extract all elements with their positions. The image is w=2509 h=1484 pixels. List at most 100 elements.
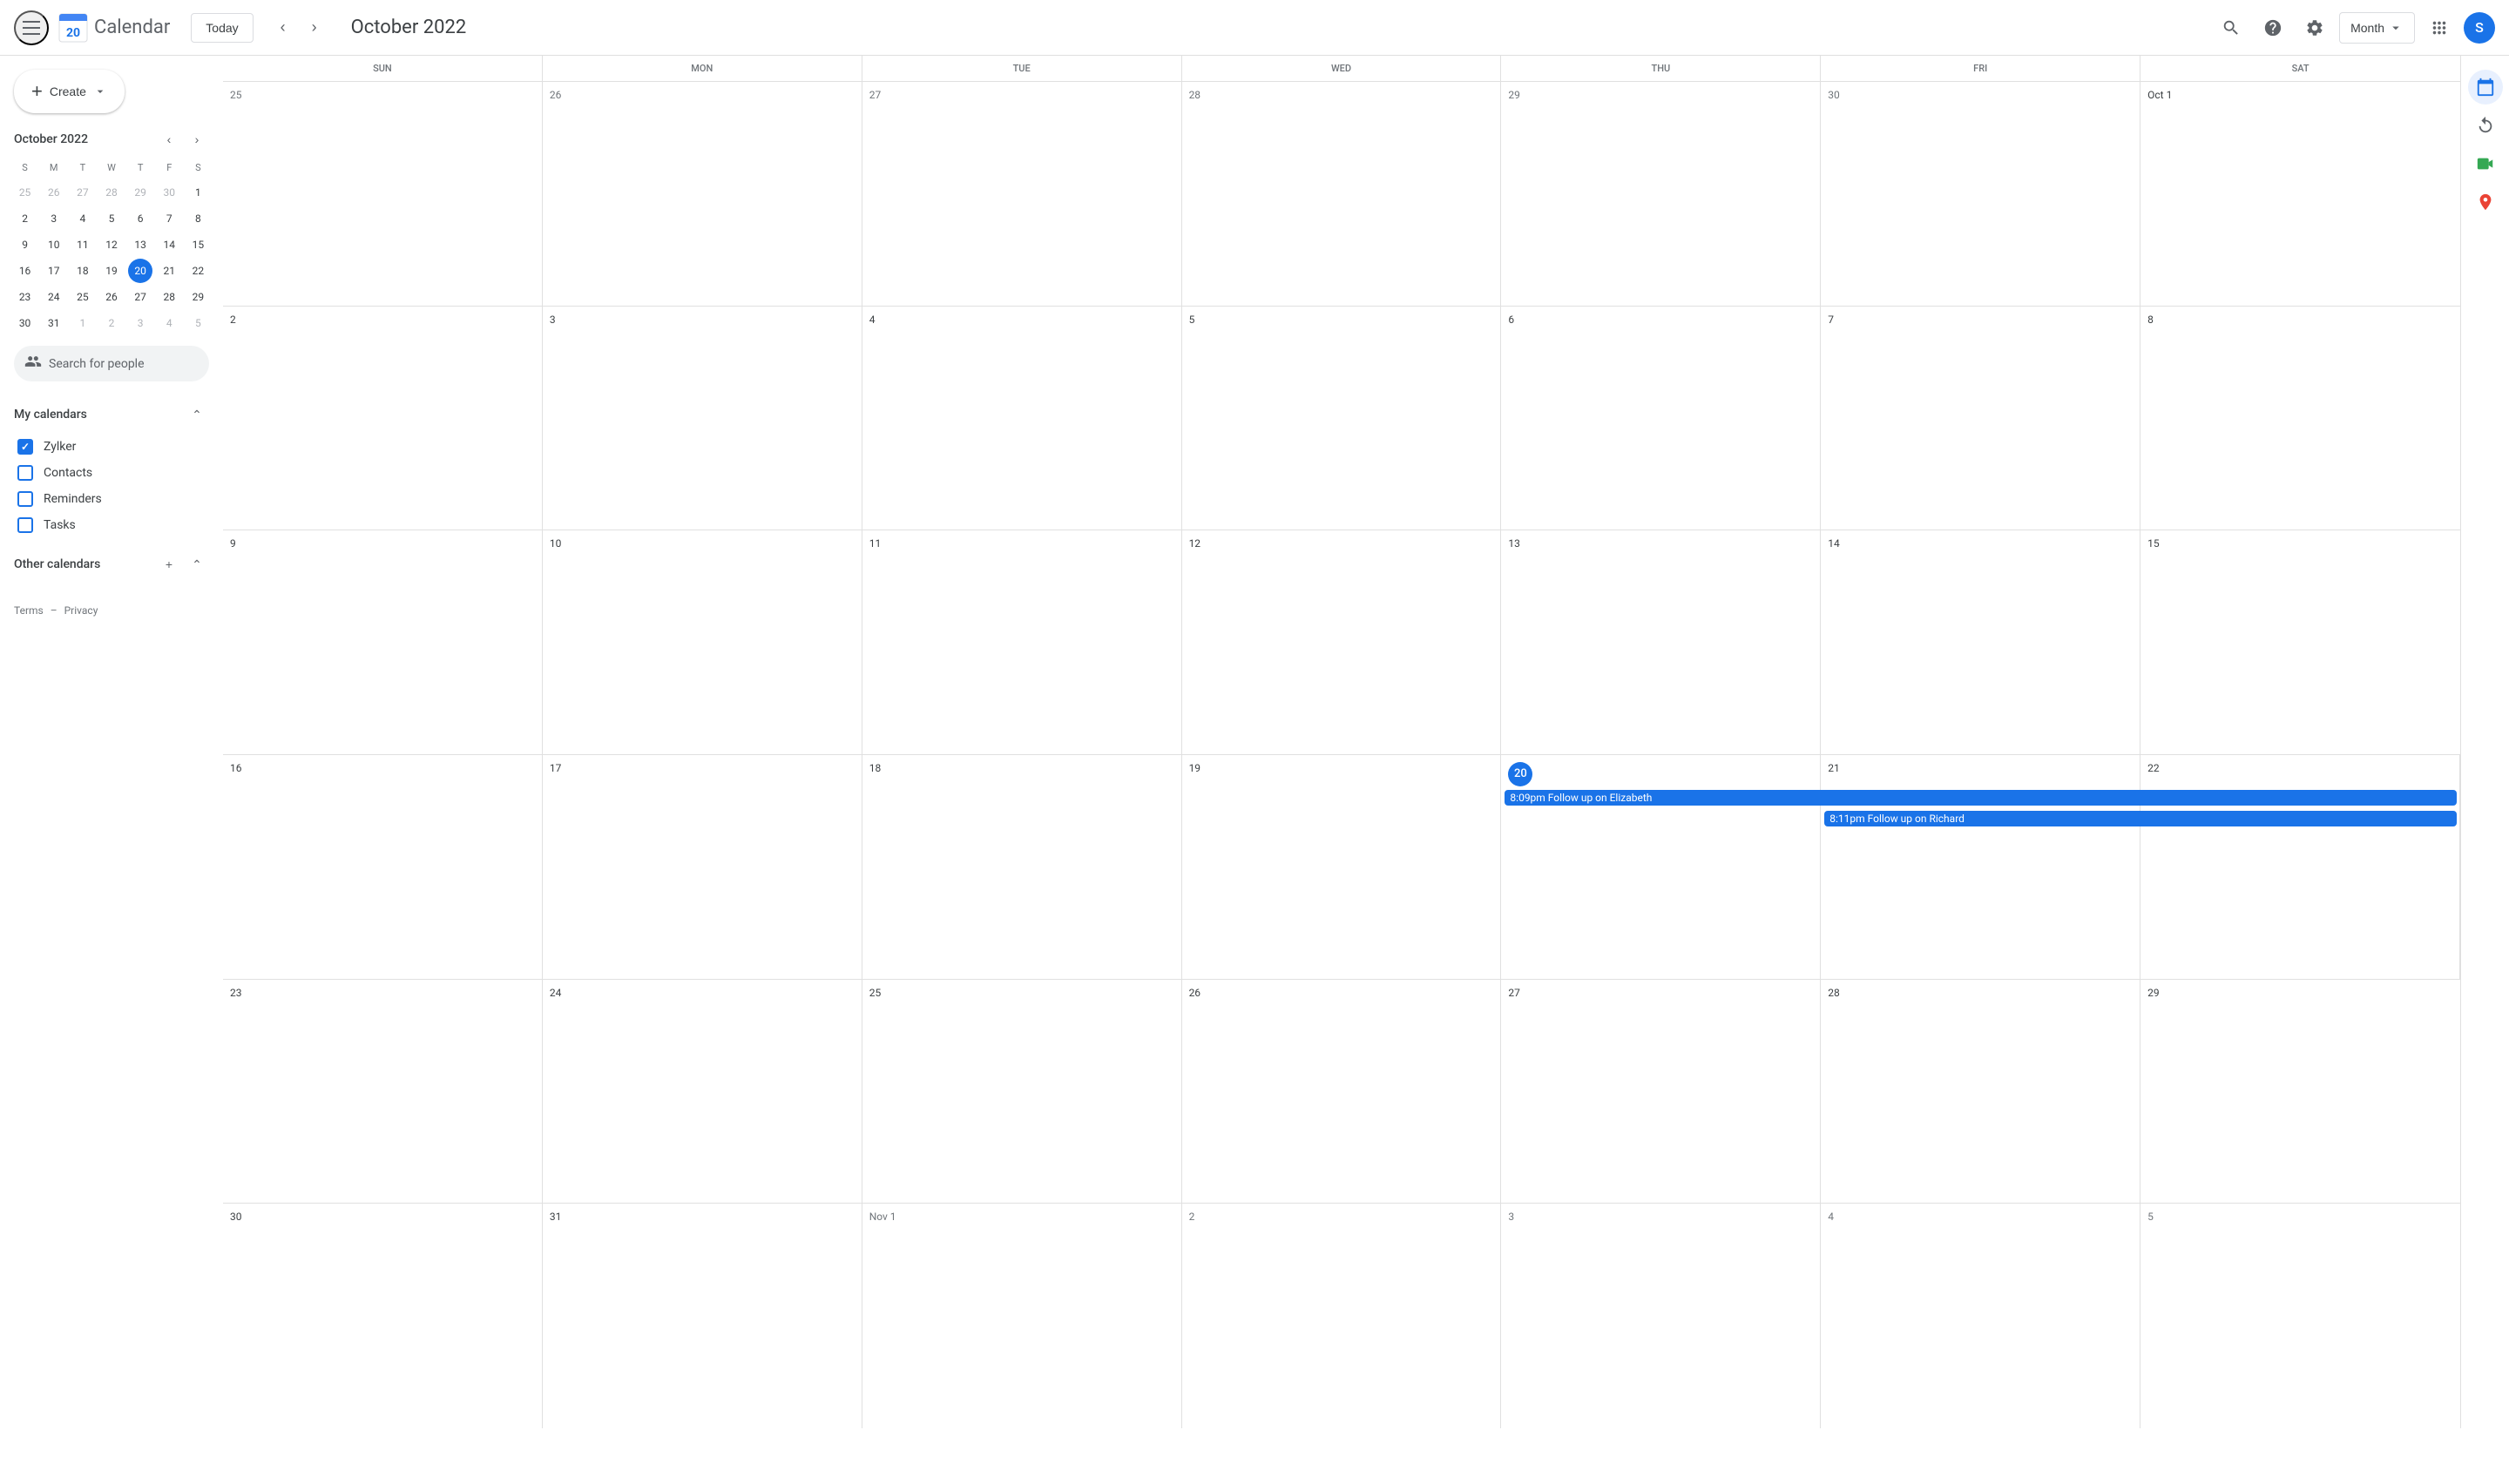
mini-cal-date[interactable]: 15 xyxy=(186,233,210,257)
calendar-cell[interactable]: Oct 1 xyxy=(2140,82,2460,306)
mini-cal-date[interactable]: 29 xyxy=(186,285,210,309)
mini-cal-date[interactable]: 25 xyxy=(13,180,37,205)
calendar-cell[interactable]: 30 xyxy=(223,1204,543,1428)
other-calendars-collapse[interactable]: ⌃ xyxy=(185,552,209,577)
search-people[interactable]: Search for people xyxy=(14,346,209,381)
mini-cal-date[interactable]: 20 xyxy=(128,259,152,283)
calendar-cell[interactable]: 18 xyxy=(862,755,1182,979)
view-selector[interactable]: Month xyxy=(2339,12,2415,44)
calendar-cell[interactable]: 29 xyxy=(2140,980,2460,1204)
mini-cal-date[interactable]: 3 xyxy=(42,206,66,231)
mini-prev-button[interactable]: ‹ xyxy=(157,127,181,152)
mini-cal-date[interactable]: 4 xyxy=(71,206,95,231)
calendar-cell[interactable]: 24 xyxy=(543,980,862,1204)
logo[interactable]: 20 Calendar xyxy=(56,10,170,45)
other-calendars-header[interactable]: Other calendars + ⌃ xyxy=(14,545,209,583)
calendar-cell[interactable]: 5 xyxy=(1182,307,1502,530)
calendar-cell[interactable]: 15 xyxy=(2140,530,2460,754)
right-meet-icon[interactable] xyxy=(2468,146,2503,181)
mini-cal-date[interactable]: 27 xyxy=(128,285,152,309)
calendar-cell[interactable]: 7 xyxy=(1821,307,2140,530)
calendar-cell[interactable]: 3 xyxy=(543,307,862,530)
mini-cal-date[interactable]: 24 xyxy=(42,285,66,309)
user-avatar[interactable]: S xyxy=(2464,12,2495,44)
calendar-cell[interactable]: 17 xyxy=(543,755,862,979)
calendar-cell[interactable]: 14 xyxy=(1821,530,2140,754)
calendar-cell[interactable]: Nov 1 xyxy=(862,1204,1182,1428)
calendar-item[interactable]: Contacts xyxy=(14,460,209,486)
calendar-cell[interactable]: 6 xyxy=(1501,307,1821,530)
mini-cal-date[interactable]: 28 xyxy=(157,285,181,309)
calendar-cell[interactable]: 16 xyxy=(223,755,543,979)
my-calendars-collapse[interactable]: ⌃ xyxy=(185,402,209,427)
mini-cal-date[interactable]: 11 xyxy=(71,233,95,257)
today-button[interactable]: Today xyxy=(191,13,253,43)
calendar-item[interactable]: Tasks xyxy=(14,512,209,538)
mini-cal-date[interactable]: 5 xyxy=(186,311,210,335)
mini-cal-date[interactable]: 19 xyxy=(99,259,124,283)
mini-cal-date[interactable]: 12 xyxy=(99,233,124,257)
create-button[interactable]: + Create xyxy=(14,70,125,113)
calendar-cell[interactable]: 8 xyxy=(2140,307,2460,530)
calendar-cell[interactable]: 19 xyxy=(1182,755,1502,979)
calendar-cell[interactable]: 9 xyxy=(223,530,543,754)
mini-cal-date[interactable]: 31 xyxy=(42,311,66,335)
mini-cal-date[interactable]: 2 xyxy=(99,311,124,335)
calendar-cell[interactable]: 22 xyxy=(2140,755,2460,979)
calendar-cell[interactable]: 27 xyxy=(862,82,1182,306)
calendar-cell[interactable]: 30 xyxy=(1821,82,2140,306)
mini-cal-date[interactable]: 1 xyxy=(71,311,95,335)
mini-cal-date[interactable]: 3 xyxy=(128,311,152,335)
mini-cal-date[interactable]: 22 xyxy=(186,259,210,283)
calendar-cell[interactable]: 28 xyxy=(1182,82,1502,306)
calendar-cell[interactable]: 10 xyxy=(543,530,862,754)
mini-cal-date[interactable]: 26 xyxy=(99,285,124,309)
calendar-item[interactable]: Reminders xyxy=(14,486,209,512)
add-other-calendar[interactable]: + xyxy=(157,552,181,577)
calendar-item[interactable]: Zylker xyxy=(14,434,209,460)
calendar-cell[interactable]: 28 xyxy=(1821,980,2140,1204)
calendar-cell[interactable]: 4 xyxy=(1821,1204,2140,1428)
apps-button[interactable] xyxy=(2422,10,2457,45)
calendar-cell[interactable]: 12 xyxy=(1182,530,1502,754)
calendar-cell[interactable]: 25 xyxy=(223,82,543,306)
mini-cal-date[interactable]: 27 xyxy=(71,180,95,205)
mini-cal-date[interactable]: 2 xyxy=(13,206,37,231)
calendar-cell[interactable]: 25 xyxy=(862,980,1182,1204)
mini-cal-date[interactable]: 4 xyxy=(157,311,181,335)
calendar-cell[interactable]: 29 xyxy=(1501,82,1821,306)
mini-cal-date[interactable]: 1 xyxy=(186,180,210,205)
mini-cal-date[interactable]: 10 xyxy=(42,233,66,257)
next-month-button[interactable]: › xyxy=(299,12,330,44)
mini-cal-date[interactable]: 8 xyxy=(186,206,210,231)
mini-cal-date[interactable]: 30 xyxy=(13,311,37,335)
mini-cal-date[interactable]: 18 xyxy=(71,259,95,283)
mini-cal-date[interactable]: 21 xyxy=(157,259,181,283)
calendar-cell[interactable]: 26 xyxy=(1182,980,1502,1204)
calendar-cell[interactable]: 26 xyxy=(543,82,862,306)
mini-cal-date[interactable]: 9 xyxy=(13,233,37,257)
calendar-cell[interactable]: 2 xyxy=(223,307,543,530)
mini-cal-date[interactable]: 7 xyxy=(157,206,181,231)
my-calendars-header[interactable]: My calendars ⌃ xyxy=(14,395,209,434)
mini-cal-date[interactable]: 26 xyxy=(42,180,66,205)
calendar-cell[interactable]: 3 xyxy=(1501,1204,1821,1428)
calendar-event-richard[interactable]: 8:11pm Follow up on Richard xyxy=(1824,811,2457,826)
mini-cal-date[interactable]: 5 xyxy=(99,206,124,231)
mini-cal-date[interactable]: 14 xyxy=(157,233,181,257)
right-maps-icon[interactable] xyxy=(2468,185,2503,219)
mini-cal-date[interactable]: 16 xyxy=(13,259,37,283)
calendar-cell[interactable]: 5 xyxy=(2140,1204,2460,1428)
hamburger-menu[interactable] xyxy=(14,10,49,45)
help-button[interactable] xyxy=(2255,10,2290,45)
calendar-cell[interactable]: 4 xyxy=(862,307,1182,530)
settings-button[interactable] xyxy=(2297,10,2332,45)
calendar-cell[interactable]: 2 xyxy=(1182,1204,1502,1428)
mini-next-button[interactable]: › xyxy=(185,127,209,152)
mini-cal-date[interactable]: 28 xyxy=(99,180,124,205)
search-button[interactable] xyxy=(2214,10,2249,45)
right-calendar-icon[interactable] xyxy=(2468,70,2503,105)
calendar-cell[interactable]: 20 xyxy=(1501,755,1821,979)
privacy-link[interactable]: Privacy xyxy=(64,604,98,617)
mini-cal-date[interactable]: 13 xyxy=(128,233,152,257)
